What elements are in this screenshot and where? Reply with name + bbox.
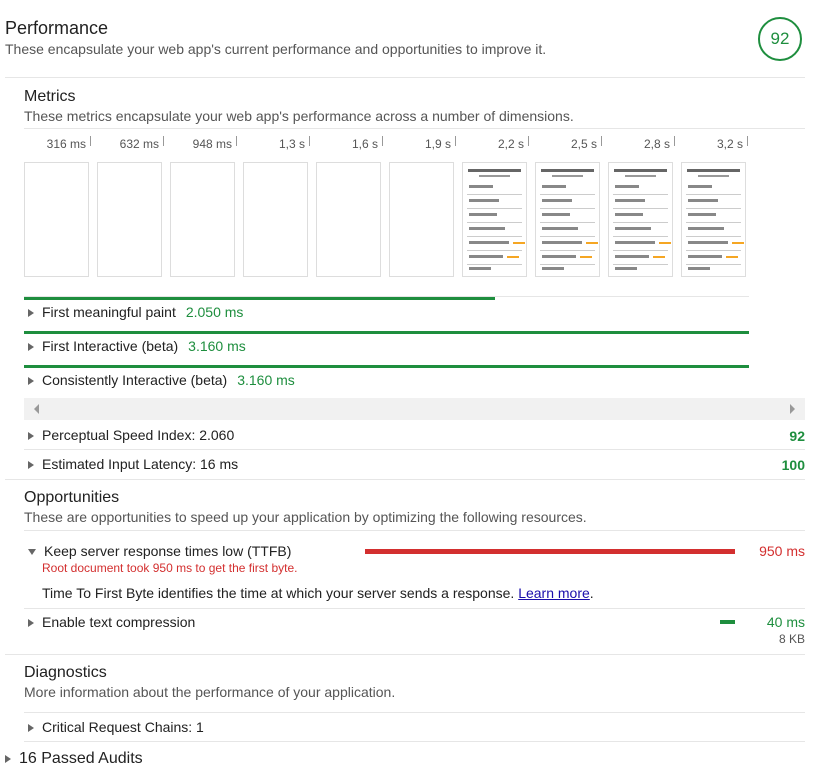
opportunity-label: Keep server response times low (TTFB) bbox=[44, 543, 292, 559]
tick-mark bbox=[382, 136, 383, 146]
opportunity-size: 8 KB bbox=[778, 632, 805, 646]
learn-more-link[interactable]: Learn more bbox=[518, 585, 590, 601]
timeline-tick: 1,9 s bbox=[389, 136, 456, 155]
divider bbox=[24, 128, 805, 129]
opportunity-bar bbox=[365, 549, 735, 554]
metrics-title: Metrics bbox=[24, 88, 76, 105]
metric-row[interactable]: First Interactive (beta) 3.160 ms bbox=[28, 338, 246, 354]
opportunity-value: 40 ms bbox=[766, 614, 805, 630]
tick-mark bbox=[90, 136, 91, 146]
diagnostic-critical-request-chains[interactable]: Critical Request Chains: 1 bbox=[24, 714, 805, 740]
collapse-arrow-icon bbox=[28, 549, 36, 556]
timeline-tick: 2,5 s bbox=[535, 136, 602, 155]
metric-row-input-latency[interactable]: Estimated Input Latency: 16 ms 100 bbox=[24, 451, 805, 479]
opportunity-warning: Root document took 950 ms to get the fir… bbox=[42, 561, 298, 575]
divider bbox=[5, 479, 805, 480]
metric-label: Estimated Input Latency: 16 ms bbox=[42, 456, 239, 472]
filmstrip-frame bbox=[97, 162, 162, 277]
expand-arrow-icon bbox=[28, 309, 34, 318]
tick-mark bbox=[528, 136, 529, 146]
metric-score: 92 bbox=[789, 428, 805, 444]
metric-row[interactable]: First meaningful paint 2.050 ms bbox=[28, 304, 243, 320]
filmstrip-frame bbox=[389, 162, 454, 277]
metric-score: 100 bbox=[781, 457, 805, 473]
opportunity-help: Time To First Byte identifies the time a… bbox=[42, 585, 594, 601]
metric-label: Perceptual Speed Index: 2.060 bbox=[42, 427, 235, 443]
category-description: These encapsulate your web app's current… bbox=[5, 41, 547, 57]
filmstrip-frame bbox=[462, 162, 527, 277]
category-title: Performance bbox=[5, 18, 109, 38]
metric-label: First Interactive (beta) bbox=[42, 338, 179, 354]
metric-value: 2.050 ms bbox=[185, 304, 244, 320]
opportunity-ttfb[interactable]: Keep server response times low (TTFB) 95… bbox=[24, 540, 805, 608]
opportunities-description: These are opportunities to speed up your… bbox=[24, 509, 587, 525]
tick-mark bbox=[601, 136, 602, 146]
opportunity-value: 950 ms bbox=[759, 543, 805, 559]
performance-score-gauge: 92 bbox=[758, 17, 802, 61]
opportunity-bar bbox=[720, 620, 735, 624]
timeline-tick: 1,6 s bbox=[316, 136, 383, 155]
diagnostic-label: Critical Request Chains: 1 bbox=[42, 719, 204, 735]
metric-timeline-bar bbox=[24, 365, 749, 368]
metric-row[interactable]: Consistently Interactive (beta) 3.160 ms bbox=[28, 372, 295, 388]
metrics-description: These metrics encapsulate your web app's… bbox=[24, 108, 574, 124]
expand-arrow-icon bbox=[28, 343, 34, 352]
expand-arrow-icon bbox=[28, 432, 34, 441]
expand-arrow-icon bbox=[28, 461, 34, 470]
filmstrip-frame bbox=[243, 162, 308, 277]
timeline-tick: 948 ms bbox=[170, 136, 237, 155]
filmstrip-frame bbox=[316, 162, 381, 277]
tick-mark bbox=[236, 136, 237, 146]
timeline-tick: 3,2 s bbox=[681, 136, 748, 155]
expand-arrow-icon bbox=[28, 377, 34, 386]
passed-audits-toggle[interactable]: 16 Passed Audits bbox=[5, 750, 143, 772]
expand-arrow-icon bbox=[5, 754, 11, 763]
diagnostics-title: Diagnostics bbox=[24, 664, 107, 681]
timeline-tick: 316 ms bbox=[24, 136, 91, 155]
tick-mark bbox=[163, 136, 164, 146]
tick-mark bbox=[455, 136, 456, 146]
metric-row-speed-index[interactable]: Perceptual Speed Index: 2.060 92 bbox=[24, 422, 805, 450]
divider bbox=[24, 530, 805, 531]
passed-audits-label: 16 Passed Audits bbox=[19, 750, 143, 767]
opportunity-label: Enable text compression bbox=[42, 614, 196, 630]
metric-timeline-bar bbox=[24, 331, 749, 334]
divider bbox=[24, 449, 805, 450]
scroll-left-icon[interactable] bbox=[34, 404, 39, 414]
opportunity-text-compression[interactable]: Enable text compression 40 ms 8 KB bbox=[24, 610, 805, 652]
timeline-tick: 2,2 s bbox=[462, 136, 529, 155]
metric-label: Consistently Interactive (beta) bbox=[42, 372, 228, 388]
filmstrip-frame bbox=[535, 162, 600, 277]
opportunity-help-text: Time To First Byte identifies the time a… bbox=[42, 585, 515, 601]
divider bbox=[5, 77, 805, 78]
filmstrip-frame bbox=[608, 162, 673, 277]
divider bbox=[24, 608, 805, 609]
expand-arrow-icon bbox=[28, 724, 34, 733]
metric-label: First meaningful paint bbox=[42, 304, 176, 320]
timeline-tick: 1,3 s bbox=[243, 136, 310, 155]
diagnostics-description: More information about the performance o… bbox=[24, 684, 396, 700]
expand-arrow-icon bbox=[28, 619, 34, 628]
tick-mark bbox=[747, 136, 748, 146]
timeline-tick: 632 ms bbox=[97, 136, 164, 155]
filmstrip-frame bbox=[681, 162, 746, 277]
tick-mark bbox=[309, 136, 310, 146]
tick-mark bbox=[674, 136, 675, 146]
timeline-tick: 2,8 s bbox=[608, 136, 675, 155]
divider bbox=[24, 712, 805, 713]
scroll-right-icon[interactable] bbox=[790, 404, 795, 414]
horizontal-scrollbar[interactable] bbox=[24, 398, 805, 420]
opportunities-title: Opportunities bbox=[24, 489, 120, 506]
metric-value: 3.160 ms bbox=[188, 338, 246, 354]
performance-score: 92 bbox=[770, 29, 790, 48]
divider bbox=[24, 741, 805, 742]
metric-value: 3.160 ms bbox=[237, 372, 295, 388]
metric-timeline-bar bbox=[24, 297, 495, 300]
filmstrip-frame bbox=[170, 162, 235, 277]
divider bbox=[5, 654, 805, 655]
filmstrip-frame bbox=[24, 162, 89, 277]
